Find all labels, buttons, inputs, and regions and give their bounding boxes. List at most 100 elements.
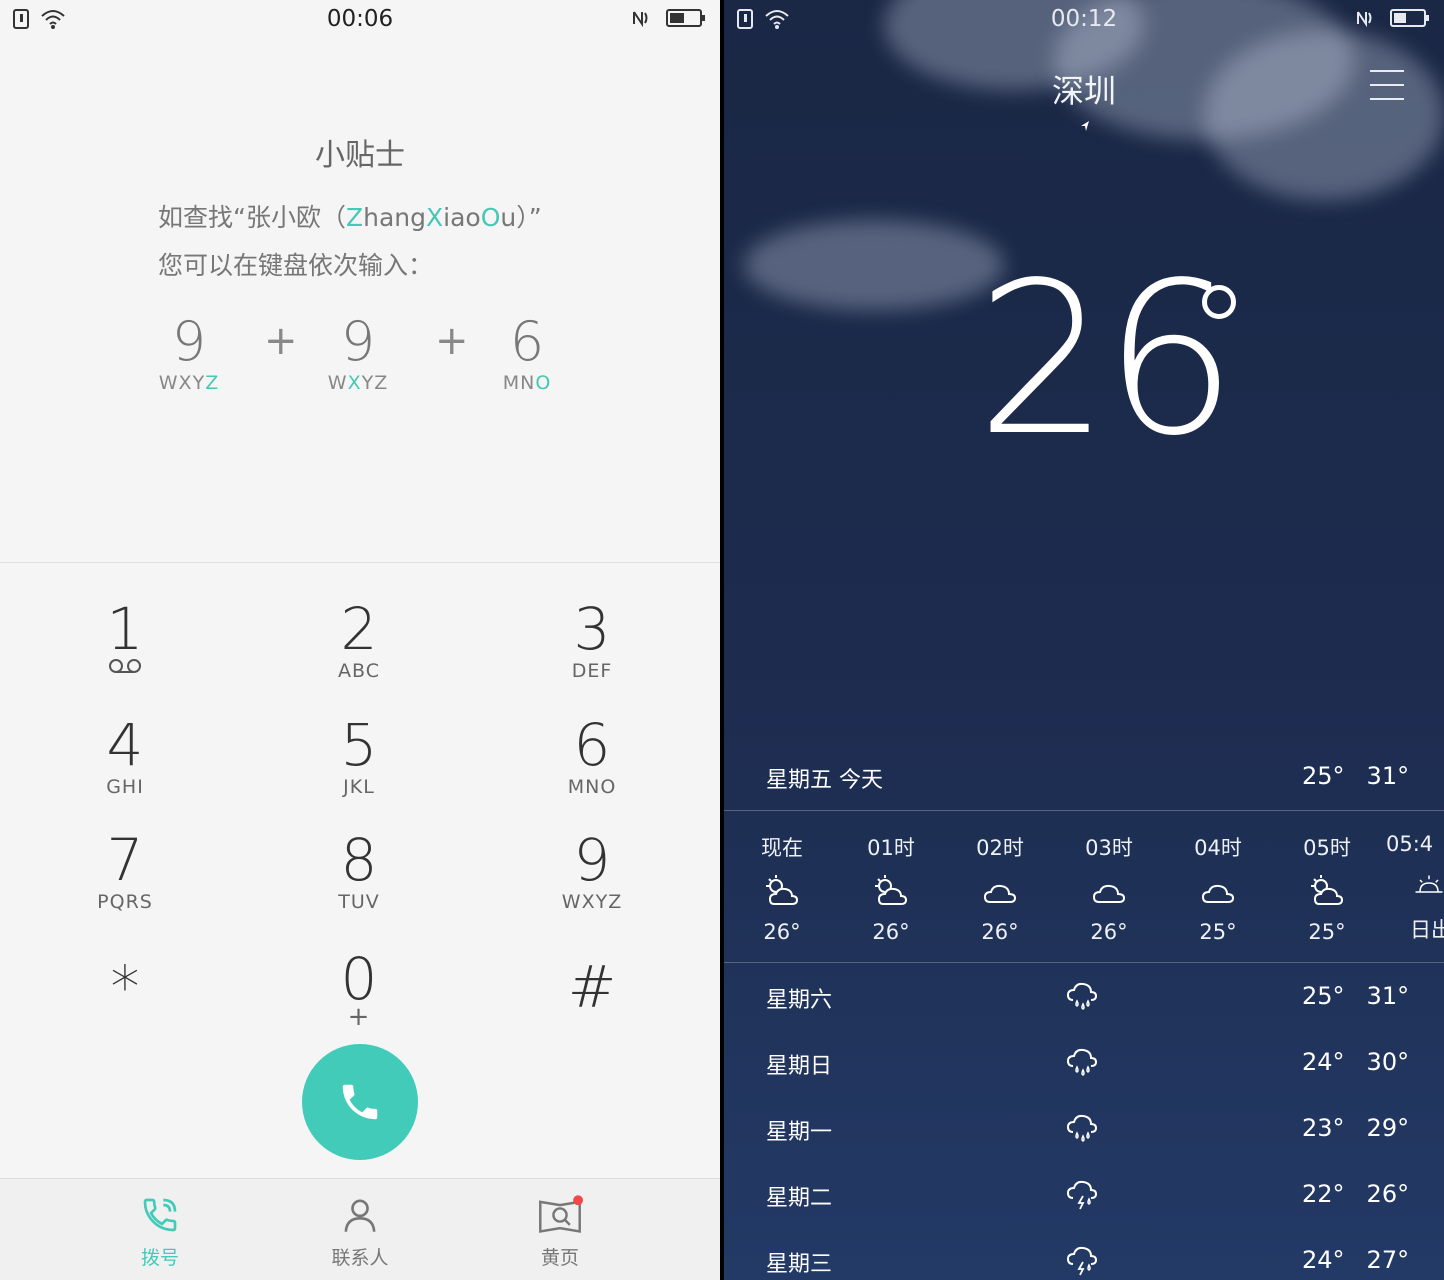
hourly-item: 05时 25° [1277, 832, 1377, 944]
tips-example-line: 如查找“张小欧（ZhangXiaoOu）” [158, 198, 542, 234]
day-name: 星期三 [766, 1252, 833, 1277]
partly-cloudy-icon [875, 875, 908, 905]
tip-key-number: 6 [509, 310, 545, 373]
thunderstorm-icon [1066, 1246, 1098, 1276]
key-1[interactable]: 1 [50, 600, 200, 678]
status-icons-right [630, 8, 706, 28]
hour-temp: 26° [981, 920, 1019, 944]
day-hi-lo: 22° 26° [1302, 1180, 1409, 1208]
thunderstorm-icon [1066, 1180, 1098, 1210]
tip-key-number: 9 [340, 310, 376, 373]
key-digit: # [567, 953, 617, 1021]
key-digit: 8 [340, 826, 378, 894]
tip-plus: + [435, 318, 469, 364]
tips-instruction-line: 您可以在键盘依次输入： [158, 251, 434, 280]
day-hi-lo: 25° 31° [1302, 982, 1409, 1010]
key-digit: 9 [573, 826, 611, 894]
key-letters: GHI [106, 776, 144, 798]
weather-screen: 00:12 深圳 26 星期五 今天 25° 31° 现在 26° 01时 26… [724, 0, 1444, 1280]
tips-title: 小贴士 [315, 138, 405, 173]
divider [724, 810, 1444, 811]
nfc-icon [633, 11, 648, 28]
tips-line1-iao: iao [443, 203, 481, 232]
key-4[interactable]: 4 GHI [50, 716, 200, 798]
city-name[interactable]: 深圳 [724, 66, 1444, 112]
key-letters: WXYZ [561, 891, 623, 913]
hour-label: 03时 [1085, 836, 1133, 860]
key-5[interactable]: 5 JKL [284, 716, 434, 798]
hourly-item: 现在 26° [732, 832, 832, 944]
tip-key-6-o: 6 MNO [482, 310, 572, 395]
battery-icon [666, 9, 705, 27]
key-hash[interactable]: # [517, 958, 667, 1016]
tip-key-letters: WXYZ [313, 372, 403, 394]
hourly-item: 02时 26° [950, 832, 1050, 944]
tip-key-number: 9 [171, 310, 207, 373]
daily-row: 星期六 25° 31° [724, 978, 1444, 1018]
day-hi-lo: 24° 30° [1302, 1048, 1409, 1076]
voicemail-icon [109, 659, 141, 673]
day-high: 30° [1366, 1048, 1410, 1076]
today-row: 星期五 今天 25° 31° [724, 762, 1444, 802]
dialer-screen: 00:06 小贴士 如查找“张小欧（ZhangXiaoOu）” 您可以在键盘依次… [0, 0, 720, 1280]
key-6[interactable]: 6 MNO [517, 716, 667, 798]
tips-hl-x: X [425, 203, 444, 232]
person-icon [344, 1199, 376, 1232]
tab-label: 拨号 [140, 1247, 179, 1269]
tip-key-9-x: 9 WXYZ [313, 310, 403, 395]
status-bar: 00:06 [0, 0, 720, 40]
key-letters: TUV [338, 891, 380, 913]
divider [0, 562, 720, 563]
tip-letters-highlight: O [535, 372, 552, 394]
key-digit: 6 [573, 711, 611, 779]
cloud-decoration [744, 220, 1004, 310]
partly-cloudy-icon [766, 875, 799, 905]
tips-line1-u: u [500, 203, 517, 232]
daily-row: 星期日 24° 30° [724, 1044, 1444, 1084]
current-temperature: 26 [976, 237, 1237, 482]
key-8[interactable]: 8 TUV [284, 831, 434, 913]
day-high: 27° [1366, 1246, 1410, 1274]
bottom-nav: 拨号 联系人 黄页 [0, 1178, 720, 1280]
tip-letters-highlight: Z [205, 372, 220, 394]
hourly-item: 03时 26° [1059, 832, 1159, 944]
key-7[interactable]: 7 PQRS [50, 831, 200, 913]
tips-line1-prefix: 如查找“张小欧（ [158, 203, 346, 232]
tab-contacts[interactable]: 联系人 [300, 1195, 420, 1270]
hourly-item: 05:4 日出 [1386, 832, 1444, 944]
key-letters: DEF [571, 660, 613, 682]
day-hi-lo: 24° 27° [1302, 1246, 1409, 1274]
sunrise-icon [1415, 875, 1443, 893]
day-low: 23° [1302, 1114, 1345, 1142]
yellow-pages-icon [539, 1195, 583, 1233]
tips-line1-suffix: ）” [516, 203, 542, 232]
key-9[interactable]: 9 WXYZ [517, 831, 667, 913]
tab-dial[interactable]: 拨号 [100, 1195, 220, 1270]
hour-temp: 26° [872, 920, 910, 944]
tips-line1-hang: hang [363, 203, 426, 232]
key-0[interactable]: 0 + [284, 950, 434, 1032]
partly-cloudy-icon [1311, 875, 1344, 905]
rain-icon [1066, 1048, 1098, 1076]
call-button[interactable] [302, 1044, 418, 1160]
key-star[interactable]: * [50, 958, 200, 1016]
day-name: 星期日 [766, 1054, 833, 1079]
daily-row: 星期二 22° 26° [724, 1176, 1444, 1216]
hour-temp: 26° [1090, 920, 1128, 944]
day-name: 星期二 [766, 1186, 833, 1211]
key-digit: 5 [340, 711, 378, 779]
key-digit: * [110, 953, 140, 1021]
tab-label: 黄页 [540, 1247, 579, 1269]
today-low: 25° [1302, 762, 1345, 790]
menu-icon[interactable] [1370, 70, 1404, 112]
key-2[interactable]: 2 ABC [284, 600, 434, 682]
hour-label: 05:4 [1386, 832, 1434, 856]
key-digit: 4 [106, 711, 144, 779]
key-letters: JKL [343, 776, 375, 798]
day-low: 24° [1302, 1048, 1345, 1076]
hour-label: 01时 [867, 836, 915, 860]
key-digit: 7 [106, 826, 144, 894]
hour-label: 04时 [1194, 836, 1242, 860]
key-3[interactable]: 3 DEF [517, 600, 667, 682]
tab-yellow-pages[interactable]: 黄页 [500, 1195, 620, 1270]
